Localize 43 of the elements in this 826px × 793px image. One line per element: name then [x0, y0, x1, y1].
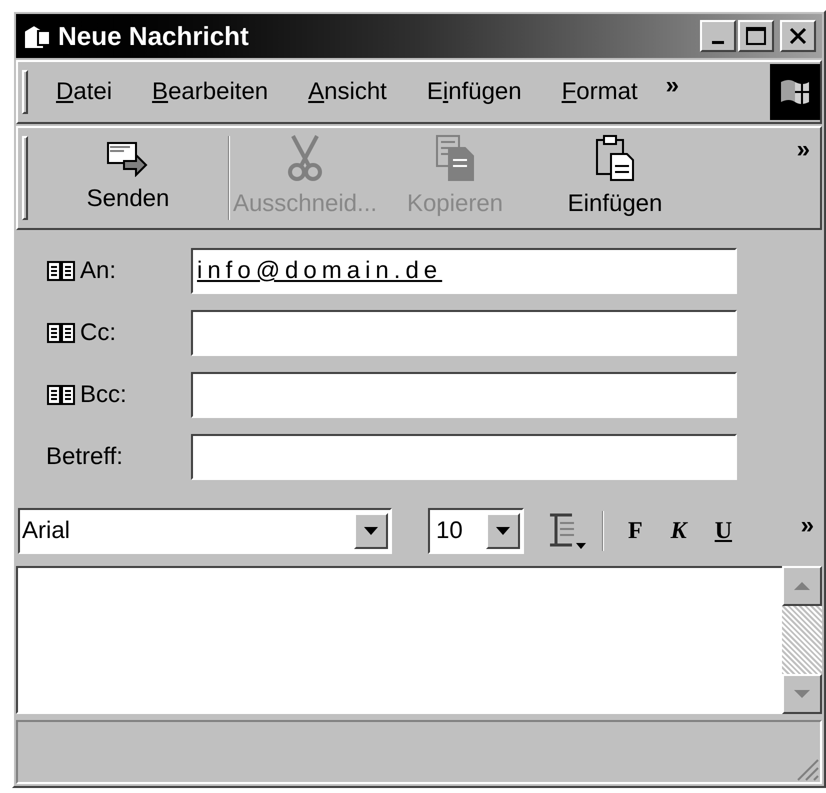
input-field[interactable]: info@domain.de — [191, 248, 737, 294]
scrollbar[interactable] — [782, 566, 822, 714]
scissors-icon — [285, 134, 325, 182]
address-book-icon[interactable] — [46, 321, 76, 345]
field-label: Bcc: — [80, 380, 127, 410]
field-label: Cc: — [80, 318, 116, 348]
input-field[interactable] — [191, 310, 737, 356]
up-arrow-icon — [794, 582, 810, 590]
window-title: Neue Nachricht — [58, 20, 249, 52]
menu-item[interactable]: Format — [562, 74, 638, 110]
menu-item[interactable]: Ansicht — [308, 74, 387, 110]
close-button[interactable] — [780, 20, 816, 52]
toolbar-button[interactable]: Senden — [28, 128, 228, 228]
toolbar-overflow[interactable]: » — [796, 132, 810, 228]
copy-icon — [435, 134, 475, 182]
scroll-up-button[interactable] — [782, 566, 822, 606]
maximize-button[interactable] — [738, 20, 774, 52]
size-dropdown[interactable]: 10 — [428, 508, 524, 554]
maximize-icon — [745, 26, 767, 46]
minimize-icon — [712, 40, 724, 44]
windows-logo — [770, 64, 820, 120]
field-label: Betreff: — [46, 442, 123, 472]
clipboard-icon — [595, 134, 635, 182]
bold-button[interactable]: F — [628, 513, 643, 549]
minimize-button[interactable] — [700, 20, 736, 52]
font-dropdown[interactable]: Arial — [18, 508, 392, 554]
menu-overflow[interactable]: » — [666, 68, 680, 104]
scroll-down-button[interactable] — [782, 674, 822, 714]
menu-item[interactable]: Bearbeiten — [152, 74, 268, 110]
format-overflow[interactable]: » — [800, 508, 814, 544]
address-book-icon[interactable] — [46, 259, 76, 283]
close-icon — [789, 27, 807, 45]
down-arrow-icon — [794, 690, 810, 698]
toolbar-button[interactable]: Einfügen — [530, 128, 700, 228]
underline-button[interactable]: U — [714, 513, 732, 549]
menu-item[interactable]: Datei — [56, 74, 112, 110]
address-book-icon[interactable] — [46, 383, 76, 407]
menu-item[interactable]: Einfügen — [426, 74, 522, 110]
envelope-arrow-icon — [106, 139, 150, 177]
italic-button[interactable]: K — [670, 513, 687, 549]
input-field[interactable] — [191, 434, 737, 480]
input-field[interactable] — [191, 372, 737, 418]
field-label: An: — [80, 256, 116, 286]
